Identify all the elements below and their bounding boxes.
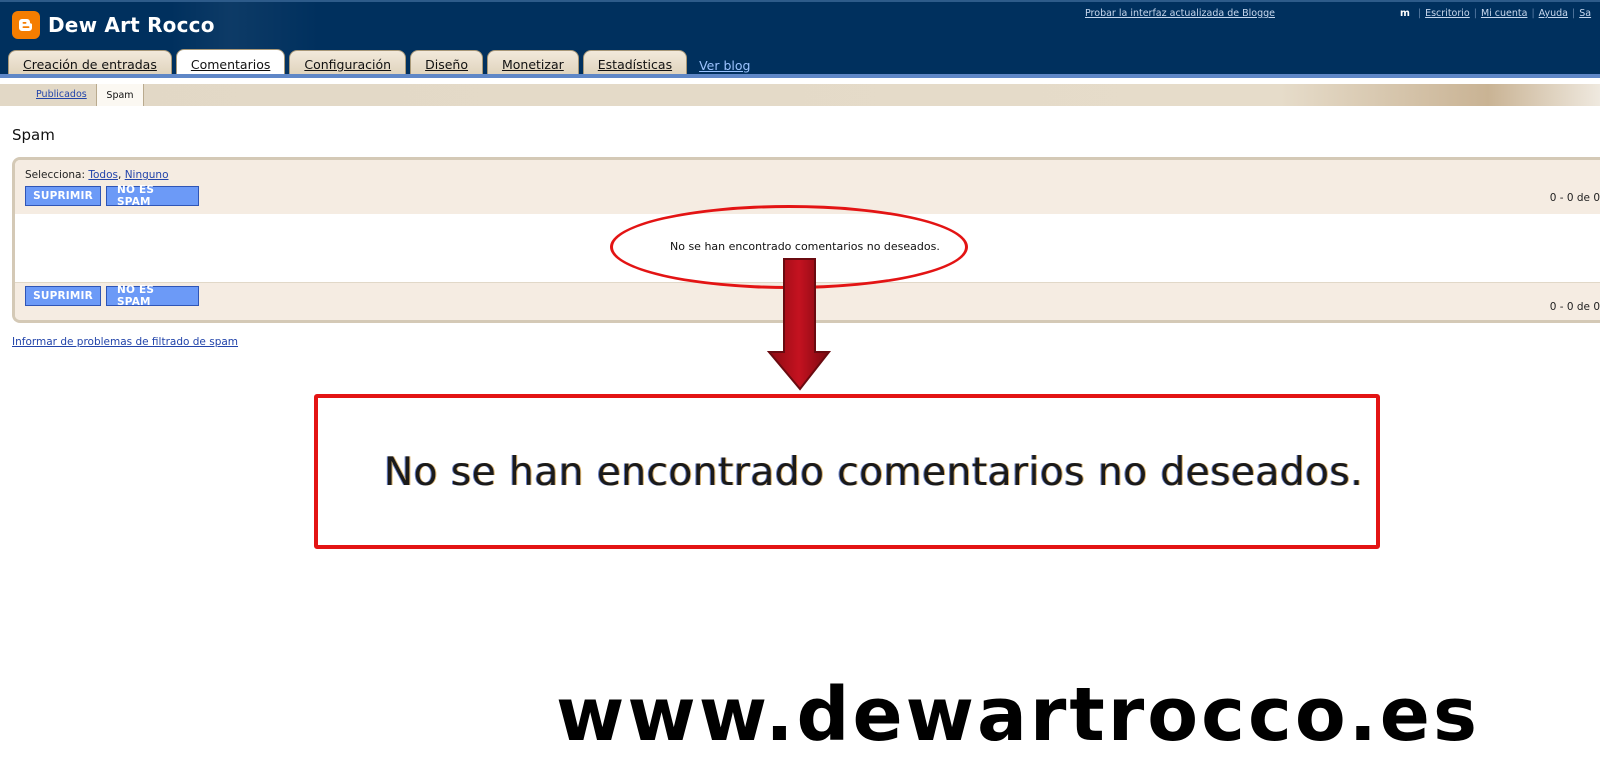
tab-label: Monetizar [501,57,564,72]
subnav-spam-tab[interactable]: Spam [96,84,144,106]
top-links: m | Escritorio | Mi cuenta | Ayuda | Sa [1400,8,1600,19]
not-spam-button-bottom[interactable]: NO ES SPAM [106,284,199,308]
tab-label: Diseño [425,57,468,72]
results-count: 0 - 0 de 0 [1549,192,1600,204]
report-spam-filter-link[interactable]: Informar de problemas de filtrado de spa… [12,336,238,348]
select-label: Selecciona: [25,169,86,181]
separator: | [1417,8,1422,19]
subnav-published-link[interactable]: Publicados [36,89,87,100]
select-controls: Selecciona: Todos, Ninguno [25,169,169,181]
page-title: Spam [12,126,55,144]
help-link[interactable]: Ayuda [1539,8,1568,19]
separator: | [1572,8,1576,19]
blogger-header: Dew Art Rocco Probar la interfaz actuali… [0,0,1600,79]
dashboard-link[interactable]: Escritorio [1425,8,1470,19]
try-new-interface-link[interactable]: Probar la interfaz actualizada de Blogge [1085,8,1275,19]
site-watermark: www.dewartrocco.es [556,672,1481,758]
tab-label: Creación de entradas [23,57,157,72]
user-name-fragment: m [1400,8,1410,19]
down-arrow-icon [766,258,832,391]
sign-out-link[interactable]: Sa [1579,8,1591,19]
results-count-bottom: 0 - 0 de 0 [1549,301,1600,313]
not-spam-button[interactable]: NO ES SPAM [106,184,199,208]
blogger-logo-icon[interactable] [12,11,40,39]
tab-label: Comentarios [190,56,271,72]
tab-label: Estadísticas [597,57,673,72]
select-all-link[interactable]: Todos [88,169,118,181]
comma: , [118,169,122,181]
blog-title[interactable]: Dew Art Rocco [48,13,215,37]
delete-button[interactable]: SUPRIMIR [25,186,101,206]
separator: | [1473,8,1477,19]
my-account-link[interactable]: Mi cuenta [1481,8,1528,19]
delete-button-bottom[interactable]: SUPRIMIR [25,286,101,306]
zoomed-message-text: No se han encontrado comentarios no dese… [384,450,1364,495]
zoomed-message-box: No se han encontrado comentarios no dese… [314,394,1380,549]
separator: | [1531,8,1535,19]
comments-subnav: Publicados Spam [0,84,1600,106]
select-none-link[interactable]: Ninguno [125,169,169,181]
tab-label: Configuración [304,57,392,72]
